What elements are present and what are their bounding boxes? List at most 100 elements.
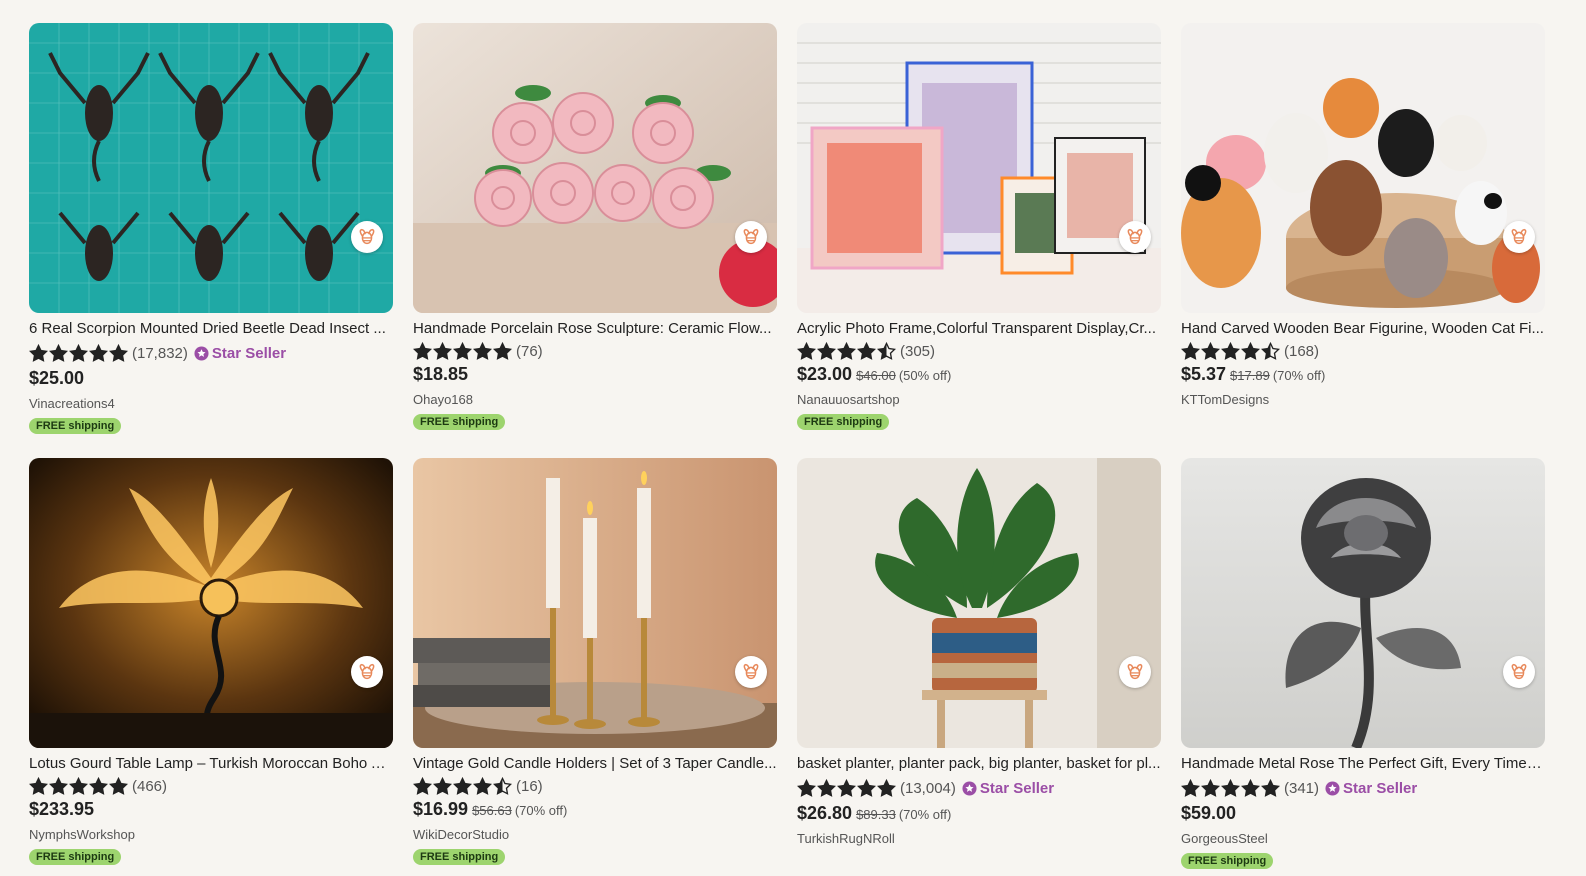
- favorite-button[interactable]: [735, 656, 767, 688]
- star-icon: [433, 776, 452, 795]
- lotus-lamp-image: [29, 458, 393, 748]
- listing-title[interactable]: 6 Real Scorpion Mounted Dried Beetle Dea…: [29, 320, 393, 338]
- price: $25.00: [29, 368, 85, 388]
- shop-name[interactable]: WikiDecorStudio: [413, 827, 777, 843]
- price-row: $233.95: [29, 799, 393, 821]
- listing-image[interactable]: [797, 458, 1161, 748]
- price: $5.37: [1181, 364, 1227, 384]
- favorite-button[interactable]: [1119, 656, 1151, 688]
- shop-name[interactable]: GorgeousSteel: [1181, 831, 1545, 847]
- listing-image[interactable]: [1181, 458, 1545, 748]
- star-icon: [49, 776, 68, 795]
- favorite-button[interactable]: [1503, 656, 1535, 688]
- discount: (70% off): [514, 803, 568, 818]
- review-count: (341): [1284, 779, 1320, 797]
- listing-title[interactable]: Handmade Porcelain Rose Sculpture: Ceram…: [413, 320, 777, 338]
- star-icon: [473, 341, 492, 360]
- star-icon: [817, 341, 836, 360]
- rating: (76): [413, 341, 777, 360]
- star-icon: [69, 343, 88, 362]
- listing-card[interactable]: Hand Carved Wooden Bear Figurine, Wooden…: [1181, 23, 1545, 408]
- favorite-button[interactable]: [351, 221, 383, 253]
- star-icon: [797, 778, 816, 797]
- rating: (13,004) Star Seller: [797, 777, 1161, 799]
- star-icon: [817, 778, 836, 797]
- listing-title[interactable]: Acrylic Photo Frame,Colorful Transparent…: [797, 320, 1161, 338]
- star-seller-label: Star Seller: [979, 779, 1055, 797]
- star-icon: [413, 776, 432, 795]
- star-rating: [1181, 341, 1280, 361]
- shop-name[interactable]: TurkishRugNRoll: [797, 831, 1161, 847]
- shop-name[interactable]: Nanauuosartshop: [797, 392, 1161, 408]
- star-seller-badge: Star Seller: [962, 780, 1054, 797]
- bee-heart-icon: [743, 228, 759, 245]
- listing-card[interactable]: 6 Real Scorpion Mounted Dried Beetle Dea…: [29, 23, 393, 434]
- review-count: (17,832): [132, 344, 188, 362]
- free-shipping-badge: FREE shipping: [29, 849, 122, 865]
- listing-card[interactable]: Handmade Porcelain Rose Sculpture: Ceram…: [413, 23, 777, 430]
- listing-card[interactable]: Lotus Gourd Table Lamp – Turkish Morocca…: [29, 458, 393, 865]
- scorpions-image: [29, 23, 393, 313]
- free-shipping-badge: FREE shipping: [797, 414, 890, 430]
- price: $26.80: [797, 803, 853, 823]
- listing-title[interactable]: Lotus Gourd Table Lamp – Turkish Morocca…: [29, 755, 393, 773]
- star-icon: [493, 776, 512, 795]
- price-row: $59.00: [1181, 803, 1545, 825]
- bee-heart-icon: [359, 663, 375, 680]
- star-icon: [29, 776, 48, 795]
- star-rating: [29, 343, 128, 363]
- shop-name[interactable]: Vinacreations4: [29, 396, 393, 412]
- favorite-button[interactable]: [351, 656, 383, 688]
- price: $18.85: [413, 364, 469, 384]
- listing-card[interactable]: Acrylic Photo Frame,Colorful Transparent…: [797, 23, 1161, 430]
- free-shipping-badge: FREE shipping: [29, 418, 122, 434]
- star-seller-badge: Star Seller: [194, 345, 286, 362]
- listing-title[interactable]: Hand Carved Wooden Bear Figurine, Wooden…: [1181, 320, 1545, 338]
- star-rating: [413, 776, 512, 796]
- listing-image[interactable]: [413, 458, 777, 748]
- star-icon: [1261, 778, 1280, 797]
- star-icon: [1221, 778, 1240, 797]
- listing-title[interactable]: basket planter, planter pack, big plante…: [797, 755, 1161, 773]
- shop-name[interactable]: Ohayo168: [413, 392, 777, 408]
- review-count: (305): [900, 342, 936, 360]
- star-icon: [1221, 341, 1240, 360]
- star-icon: [857, 778, 876, 797]
- favorite-button[interactable]: [735, 221, 767, 253]
- listing-card[interactable]: Vintage Gold Candle Holders | Set of 3 T…: [413, 458, 777, 865]
- listing-card[interactable]: Handmade Metal Rose The Perfect Gift, Ev…: [1181, 458, 1545, 869]
- bee-heart-icon: [359, 228, 375, 245]
- wooden-figurines-image: [1181, 23, 1545, 313]
- star-seller-label: Star Seller: [211, 344, 287, 362]
- star-icon: [797, 341, 816, 360]
- listing-image[interactable]: [29, 458, 393, 748]
- listing-image[interactable]: [413, 23, 777, 313]
- bee-heart-icon: [1127, 228, 1143, 245]
- rating: (17,832) Star Seller: [29, 342, 393, 364]
- listing-image[interactable]: [1181, 23, 1545, 313]
- star-icon: [1181, 778, 1200, 797]
- listing-image[interactable]: [29, 23, 393, 313]
- shop-name[interactable]: KTTomDesigns: [1181, 392, 1545, 408]
- favorite-button[interactable]: [1503, 221, 1535, 253]
- price-row: $25.00: [29, 368, 393, 390]
- listing-image[interactable]: [797, 23, 1161, 313]
- listing-title[interactable]: Handmade Metal Rose The Perfect Gift, Ev…: [1181, 755, 1545, 773]
- star-icon: [473, 776, 492, 795]
- listing-card[interactable]: basket planter, planter pack, big plante…: [797, 458, 1161, 847]
- star-rating: [1181, 778, 1280, 798]
- price: $23.00: [797, 364, 853, 384]
- star-icon: [837, 341, 856, 360]
- star-icon: [29, 343, 48, 362]
- star-seller-label: Star Seller: [1343, 779, 1418, 797]
- original-price: $17.89: [1230, 368, 1270, 383]
- planter-image: [797, 458, 1161, 748]
- free-shipping-badge: FREE shipping: [413, 414, 506, 430]
- price-row: $18.85: [413, 364, 777, 386]
- listing-title[interactable]: Vintage Gold Candle Holders | Set of 3 T…: [413, 755, 777, 773]
- favorite-button[interactable]: [1119, 221, 1151, 253]
- rating: (305): [797, 341, 1161, 360]
- review-count: (76): [516, 342, 543, 360]
- star-icon: [1201, 341, 1220, 360]
- shop-name[interactable]: NymphsWorkshop: [29, 827, 393, 843]
